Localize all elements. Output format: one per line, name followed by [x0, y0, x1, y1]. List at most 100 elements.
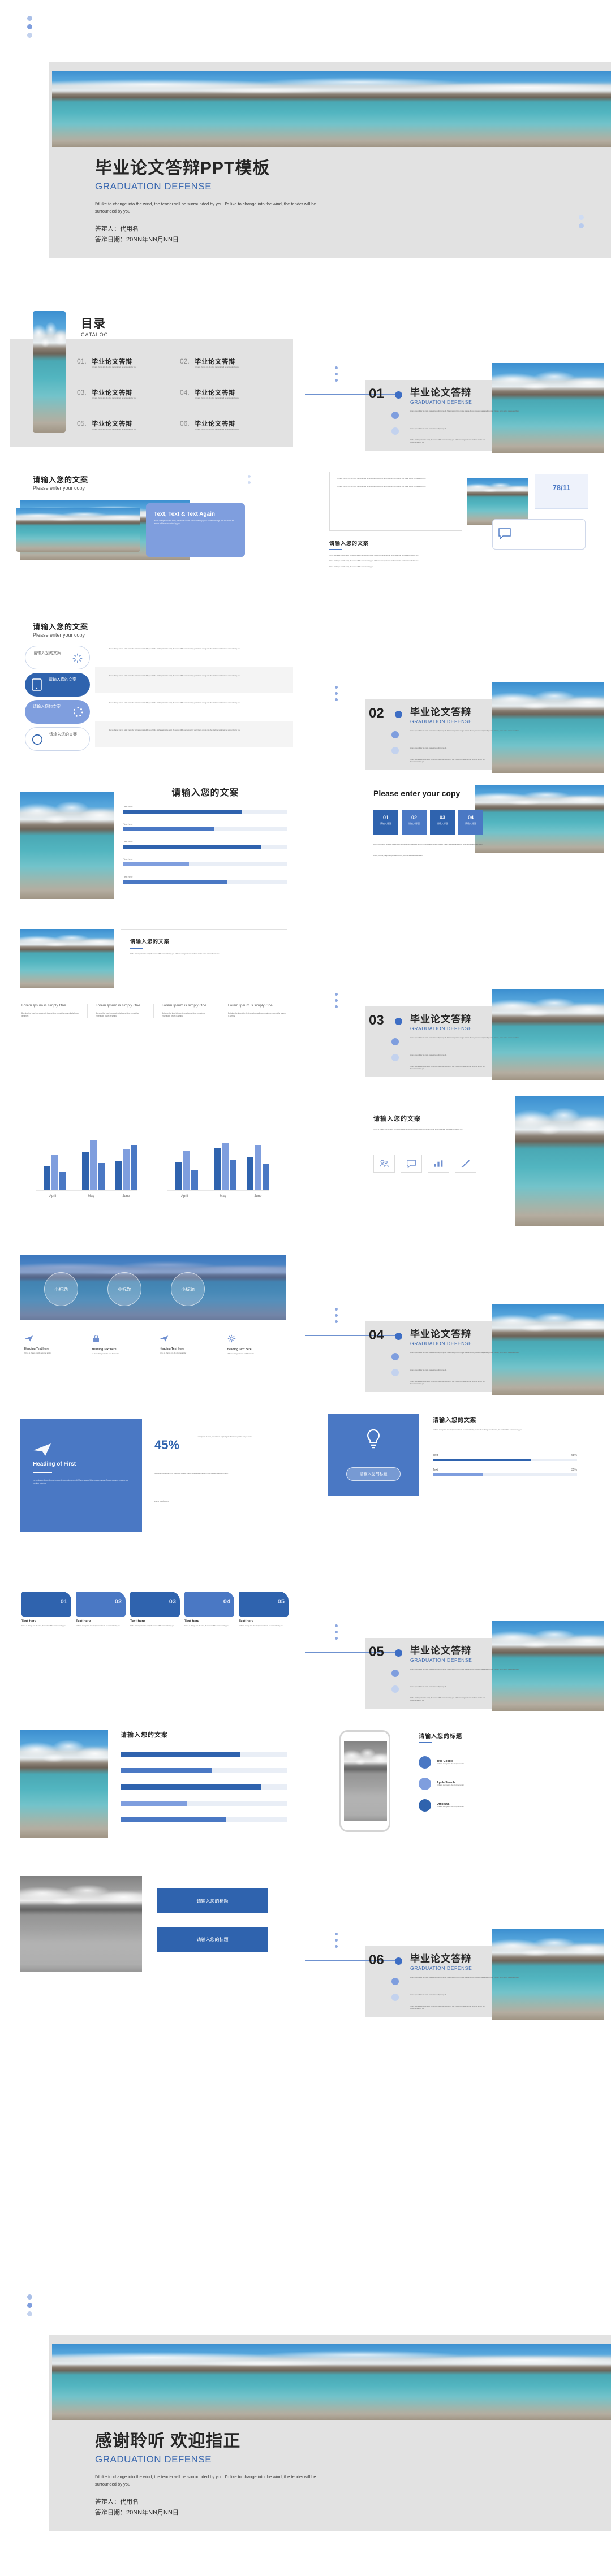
percent-cta[interactable]: Be Continue...	[154, 1500, 171, 1503]
bullet-dot	[391, 1369, 399, 1376]
cards-body: I'd like to change into the wind, the te…	[130, 953, 220, 955]
five-label: Text here	[21, 1620, 37, 1623]
catalog-num: 03.	[77, 388, 87, 396]
catalog-title: 目录	[81, 317, 106, 330]
gear-icon	[227, 1334, 235, 1343]
slide-section-06: 06 毕业论文答辩 GRADUATION DEFENSE Lorem ipsum…	[306, 1860, 604, 2024]
card-text: But also the leap into electronic typese…	[96, 1012, 139, 1017]
steps-body-2: Fusce posuere, magna sed pulvinar ultric…	[373, 855, 423, 857]
bullet-dot	[391, 1353, 399, 1360]
section-paragraph-2: Lorem ipsum dolor sit amet, consectetuer…	[410, 1686, 447, 1688]
copy-row-pill-2[interactable]: 请输入您的文案	[25, 673, 90, 697]
section-subtitle: GRADUATION DEFENSE	[410, 719, 472, 724]
catalog-num: 05.	[77, 420, 87, 427]
progress2-list	[121, 1752, 287, 1822]
progress2-track	[121, 1768, 287, 1773]
chat-icon[interactable]	[401, 1155, 422, 1173]
catalog-item-3[interactable]: 03. 毕业论文答辩 I'd like to change into the w…	[77, 387, 176, 400]
catalog-label: 毕业论文答辩	[195, 358, 236, 365]
step-item-4[interactable]: 04 请输入标题	[458, 810, 483, 835]
deco-dots	[335, 993, 338, 1012]
catalog-item-5[interactable]: 05. 毕业论文答辩 I'd like to change into the w…	[77, 418, 176, 431]
lamp-panel: 请输入您的标题	[328, 1414, 419, 1496]
svg-text:June: June	[254, 1195, 262, 1198]
section-paragraph-1: Lorem ipsum dolor sit amet, consectetuer…	[410, 1977, 520, 1978]
copy-card-title: Text, Text & Text Again	[154, 511, 215, 517]
section-paragraph-2: Lorem ipsum dolor sit amet, consectetuer…	[410, 1994, 447, 1996]
progress-fill	[123, 845, 261, 849]
title-underline	[329, 549, 342, 550]
catalog-item-4[interactable]: 04. 毕业论文答辩 I'd like to change into the w…	[180, 387, 279, 400]
section-paragraph-1: Lorem ipsum dolor sit amet, consectetuer…	[410, 1037, 520, 1039]
progress2-track	[121, 1784, 287, 1790]
closing-photo	[52, 2344, 611, 2420]
bubble-title-block: 请输入您的文案 I'd like to change into the wind…	[329, 539, 499, 568]
card-title: Lorem Ipsum is simply One	[21, 1004, 66, 1008]
copy-row-pill-4[interactable]: 请输入您的文案	[25, 727, 90, 751]
bullet-dot	[391, 1685, 399, 1693]
deco-dots	[335, 366, 338, 385]
deco-dots	[335, 1933, 338, 1951]
slide-closing: 感谢聆听 欢迎指正 GRADUATION DEFENSE I'd like to…	[0, 2279, 611, 2561]
section-photo	[492, 1929, 604, 2020]
five-item-4[interactable]: 04 Text here I'd like to change into the…	[184, 1592, 234, 1627]
caption-photo	[20, 1876, 142, 1972]
deco-dots	[27, 2294, 32, 2320]
five-text: I'd like to change into the wind, the te…	[130, 1625, 174, 1627]
copy-row-text-3: like to change into the wind, the tender…	[109, 702, 240, 704]
five-item-3[interactable]: 03 Text here I'd like to change into the…	[130, 1592, 180, 1627]
section-subtitle: GRADUATION DEFENSE	[410, 1026, 472, 1031]
catalog-num: 04.	[180, 388, 190, 396]
step-item-3[interactable]: 03 请输入标题	[430, 810, 455, 835]
progress-track	[123, 880, 287, 884]
step-item-2[interactable]: 02 请输入标题	[402, 810, 427, 835]
progress-fill	[123, 810, 242, 814]
caption-box-2[interactable]: 请输入您的标题	[157, 1927, 268, 1952]
phone-row-text: I'd like to change into the wind, the te…	[437, 1784, 464, 1786]
lock-icon	[93, 1335, 99, 1342]
stat-value: 78/11	[552, 483, 571, 492]
progress-label: Text here	[123, 805, 133, 808]
people-icon[interactable]	[373, 1155, 395, 1173]
catalog-desc: I'd like to change into the wind, the te…	[195, 429, 239, 430]
slide-section-04: 04 毕业论文答辩 GRADUATION DEFENSE Lorem ipsum…	[306, 1235, 604, 1399]
section-number: 01	[369, 386, 384, 401]
five-item-1[interactable]: 01 Text here I'd like to change into the…	[21, 1592, 71, 1627]
bubble-photo	[467, 478, 528, 525]
team-cell-text: I'd like to change into the wind the ten…	[227, 1353, 254, 1355]
stat-fill	[433, 1459, 531, 1461]
percent-paragraph-1: Lorem ipsum sit amet, consectetuer adipi…	[197, 1436, 253, 1438]
section-bullet	[395, 1333, 402, 1340]
step-item-1[interactable]: 01 请输入标题	[373, 810, 398, 835]
team-chip-2[interactable]: 小标题	[107, 1272, 141, 1306]
bar-chart-1-svg: April May June	[36, 1140, 137, 1198]
cards-row: Lorem Ipsum is simply One But also the l…	[21, 1004, 287, 1018]
catalog-item-6[interactable]: 06. 毕业论文答辩 I'd like to change into the w…	[180, 418, 279, 431]
catalog-item-1[interactable]: 01. 毕业论文答辩 I'd like to change into the w…	[77, 356, 176, 369]
step-number: 02	[411, 815, 417, 820]
team-chip-row: 小标题 小标题 小标题	[44, 1272, 205, 1306]
team-chip-1[interactable]: 小标题	[44, 1272, 78, 1306]
catalog-item-2[interactable]: 02. 毕业论文答辩 I'd like to change into the w…	[180, 356, 279, 369]
phone-row-text: I'd like to change into the wind, the te…	[437, 1762, 464, 1765]
chat-icon	[498, 528, 511, 540]
caption-box-1[interactable]: 请输入您的标题	[157, 1888, 268, 1913]
chart-icon[interactable]	[428, 1155, 449, 1173]
card-text: But also the leap into electronic typese…	[21, 1012, 79, 1017]
pencil-icon[interactable]	[455, 1155, 476, 1173]
percent-value: 45%	[154, 1438, 180, 1452]
progress-fill	[123, 880, 227, 884]
section-paragraph-3: I'd like to change into the wind, the te…	[410, 1066, 485, 1070]
progress-photo	[20, 792, 114, 899]
team-chip-3[interactable]: 小标题	[171, 1272, 205, 1306]
copy-row-pill-1[interactable]: 请输入您的文案	[25, 646, 90, 669]
five-item-5[interactable]: 05 Text here I'd like to change into the…	[239, 1592, 289, 1627]
five-item-2[interactable]: 02 Text here I'd like to change into the…	[76, 1592, 126, 1627]
bubble-paragraph-d: I'd like to change into the wind, the te…	[329, 560, 419, 563]
percent-paragraph-2: Nunc viverra imperdiet enim. Fusce est. …	[154, 1473, 229, 1475]
team-cell-text: I'd like to change into the wind the ten…	[24, 1352, 51, 1354]
lamp-button[interactable]: 请输入您的标题	[346, 1467, 401, 1481]
five-number: 04	[223, 1598, 230, 1605]
copy-row-pill-3[interactable]: 请输入您的文案	[25, 700, 90, 724]
section-photo	[492, 1621, 604, 1711]
